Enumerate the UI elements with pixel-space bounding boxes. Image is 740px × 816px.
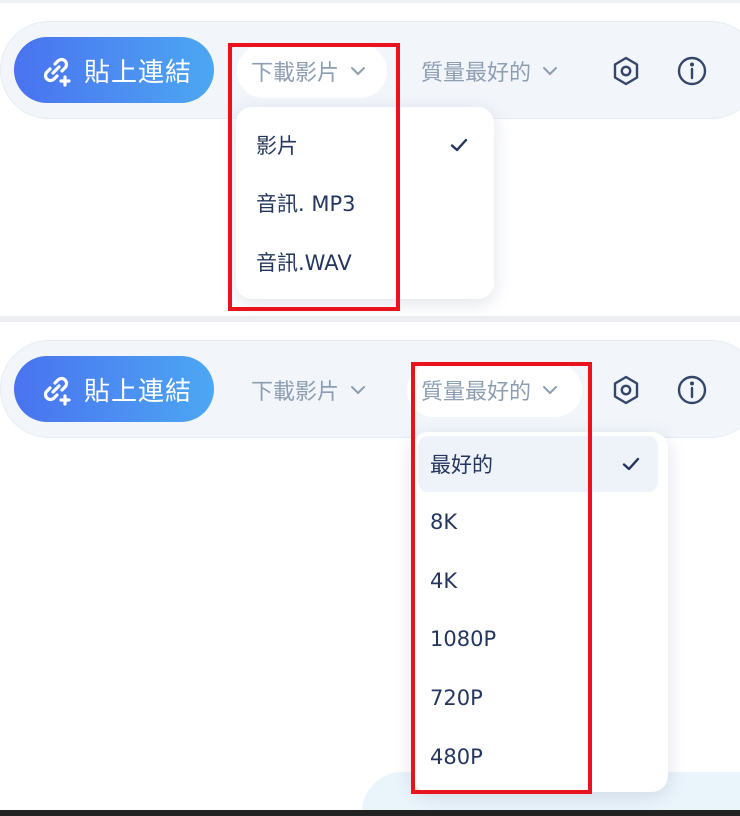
paste-link-label: 貼上連結 [84, 375, 193, 406]
quality-dropdown[interactable]: 質量最好的 [407, 363, 582, 417]
link-add-icon [43, 376, 71, 406]
format-dropdown-label: 下載影片 [251, 61, 340, 86]
hexagon-settings-icon [613, 56, 639, 86]
info-circle-icon [677, 56, 707, 86]
option-label: 音訊.WAV [256, 251, 352, 275]
chevron-down-icon [543, 386, 558, 394]
quality-dropdown-label: 質量最好的 [421, 380, 532, 405]
quality-option-4k[interactable]: 4K [418, 553, 658, 609]
format-dropdown[interactable]: 下載影片 [237, 44, 387, 98]
option-label: 4K [430, 569, 458, 593]
quality-option-best[interactable]: 最好的 [418, 436, 658, 492]
chevron-down-icon [351, 67, 366, 75]
format-option-video[interactable]: 影片 [244, 117, 486, 173]
quality-option-8k[interactable]: 8K [418, 494, 658, 550]
format-menu: 影片 音訊. MP3 音訊.WAV [236, 107, 494, 299]
info-button[interactable] [675, 373, 709, 407]
quality-option-720p[interactable]: 720P [418, 670, 658, 726]
option-label: 720P [430, 686, 483, 710]
info-button[interactable] [675, 54, 709, 88]
bottom-edge [0, 810, 740, 816]
option-label: 音訊. MP3 [256, 192, 356, 216]
quality-dropdown-label: 質量最好的 [421, 61, 532, 86]
format-option-wav[interactable]: 音訊.WAV [244, 234, 486, 290]
format-dropdown-label: 下載影片 [251, 380, 340, 405]
option-label: 8K [430, 510, 458, 534]
option-label: 1080P [430, 627, 497, 651]
hexagon-settings-icon [613, 375, 639, 405]
option-label: 480P [430, 745, 483, 769]
info-circle-icon [677, 375, 707, 405]
check-icon [450, 138, 468, 152]
paste-link-button[interactable]: 貼上連結 [14, 356, 214, 422]
settings-button[interactable] [609, 54, 643, 88]
toolbar: 貼上連結 下載影片 質量最好的 [0, 21, 740, 119]
quality-option-480p[interactable]: 480P [418, 729, 658, 785]
screenshot-panel-format: 貼上連結 下載影片 質量最好的 影片 音訊. MP3 音訊.WAV [0, 0, 740, 316]
screenshot-panel-quality: 貼上連結 下載影片 質量最好的 最好的 8K 4K 1080P 720P 480… [0, 322, 740, 810]
quality-menu: 最好的 8K 4K 1080P 720P 480P [412, 432, 668, 792]
chevron-down-icon [543, 67, 558, 75]
option-label: 影片 [256, 134, 298, 158]
chevron-down-icon [351, 386, 366, 394]
link-add-icon [43, 57, 71, 87]
paste-link-label: 貼上連結 [84, 56, 193, 87]
settings-button[interactable] [609, 373, 643, 407]
option-label: 最好的 [430, 453, 493, 477]
format-dropdown[interactable]: 下載影片 [237, 363, 387, 417]
format-option-mp3[interactable]: 音訊. MP3 [244, 175, 486, 231]
toolbar: 貼上連結 下載影片 質量最好的 [0, 340, 740, 438]
check-icon [622, 457, 640, 471]
paste-link-button[interactable]: 貼上連結 [14, 37, 214, 103]
quality-dropdown[interactable]: 質量最好的 [407, 44, 582, 98]
quality-option-1080p[interactable]: 1080P [418, 611, 658, 667]
